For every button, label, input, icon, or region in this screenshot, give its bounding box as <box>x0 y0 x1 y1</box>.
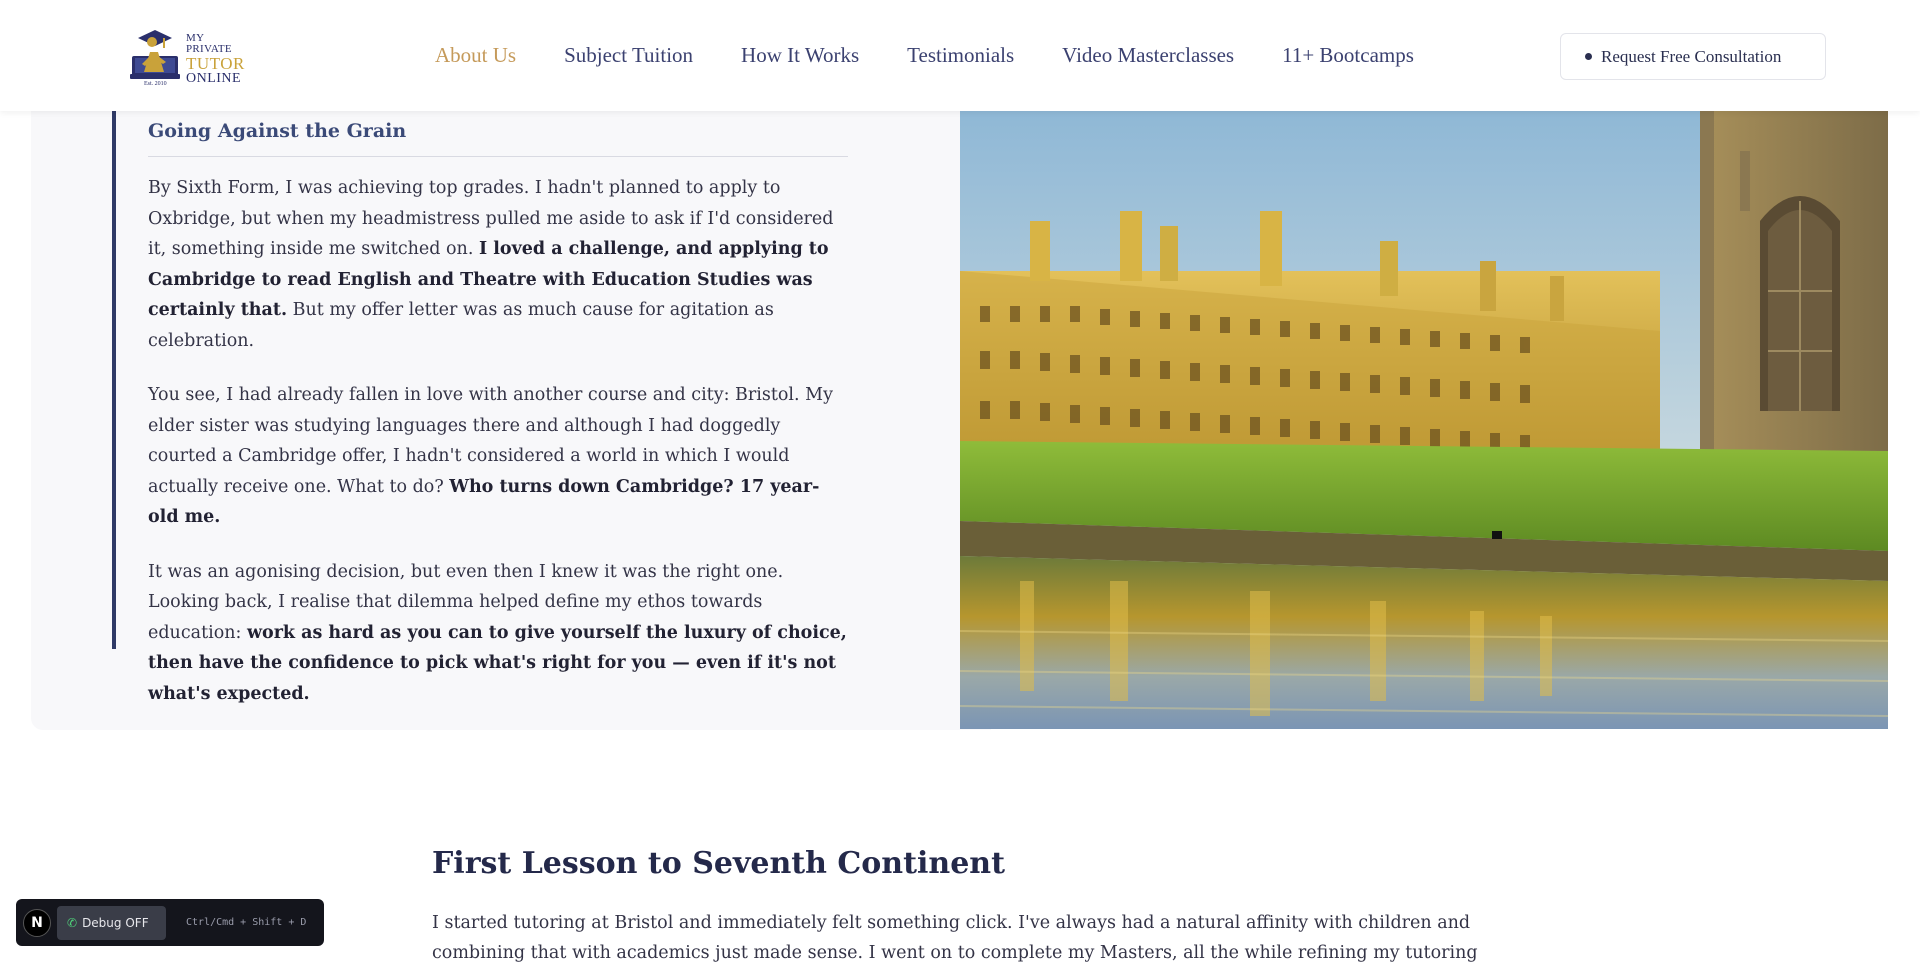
nav-about-us[interactable]: About Us <box>435 43 516 68</box>
section-title: First Lesson to Seventh Continent <box>432 846 1005 881</box>
story-p3-bold: work as hard as you can to give yourself… <box>148 622 847 704</box>
phone-icon: ✆ <box>67 915 78 930</box>
story-paragraph-1: By Sixth Form, I was achieving top grade… <box>148 173 848 356</box>
site-logo[interactable]: MY PRIVATE TUTOR ONLINE Est. 2010 <box>130 22 252 88</box>
nav-testimonials[interactable]: Testimonials <box>907 43 1014 68</box>
story-paragraph-2: You see, I had already fallen in love wi… <box>148 380 848 533</box>
nav-subject-tuition[interactable]: Subject Tuition <box>564 43 693 68</box>
cta-label: Request Free Consultation <box>1601 46 1782 66</box>
site-header: MY PRIVATE TUTOR ONLINE Est. 2010 About … <box>0 0 1920 111</box>
logo-line-1: MY PRIVATE <box>186 32 232 55</box>
logo-line-2: TUTOR <box>186 54 245 73</box>
section-body: I started tutoring at Bristol and immedi… <box>432 913 1478 963</box>
nav-video-masterclasses[interactable]: Video Masterclasses <box>1062 43 1234 68</box>
request-consultation-button[interactable]: Request Free Consultation <box>1560 33 1826 80</box>
main-nav: About Us Subject Tuition How It Works Te… <box>435 43 1462 68</box>
logo-wordmark: MY PRIVATE TUTOR ONLINE <box>186 33 252 86</box>
debug-shortcut-hint: Ctrl/Cmd + Shift + D <box>186 917 307 928</box>
kings-college-image <box>960 111 1888 729</box>
debug-toggle-button[interactable]: ✆ Debug OFF <box>57 905 166 940</box>
tutor-logo-icon <box>130 30 180 79</box>
logo-line-3: ONLINE <box>186 71 242 86</box>
story-content: Going Against the Grain By Sixth Form, I… <box>148 120 848 733</box>
debug-toggle-label: Debug OFF <box>82 915 149 930</box>
n-logo-icon[interactable]: N <box>23 908 51 937</box>
kings-college-photo <box>960 111 1888 729</box>
story-title: Going Against the Grain <box>148 120 848 157</box>
bullet-dot-icon <box>1585 53 1592 60</box>
story-paragraph-3: It was an agonising decision, but even t… <box>148 557 848 710</box>
logo-established: Est. 2010 <box>144 81 167 87</box>
nav-how-it-works[interactable]: How It Works <box>741 43 859 68</box>
nav-bootcamps[interactable]: 11+ Bootcamps <box>1282 43 1414 68</box>
debug-toolbar: N ✆ Debug OFF Ctrl/Cmd + Shift + D <box>16 899 324 946</box>
quote-accent-bar <box>112 111 116 649</box>
